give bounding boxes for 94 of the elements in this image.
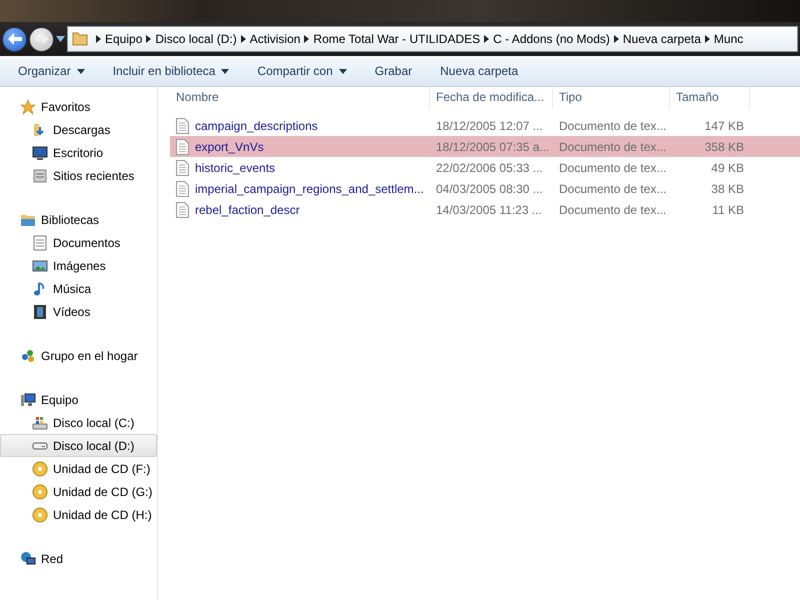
star-icon [20, 98, 36, 114]
nav-item[interactable]: Vídeos [0, 300, 157, 323]
toolbar-button[interactable]: Nueva carpeta [432, 60, 526, 82]
text-file-icon [176, 180, 189, 196]
type-cell-text: Documento de tex... [558, 160, 668, 174]
address-bar[interactable]: Equipo Disco local (D:) Activision Rome Total War - UTILIDADES C - Addons (no Mods) Nueva carpeta Munc [67, 26, 798, 52]
nav-item[interactable]: Equipo [0, 388, 157, 411]
caret-icon [338, 68, 347, 74]
network-icon [20, 550, 36, 566]
file-name: export_VnVs [195, 140, 264, 154]
nav-item[interactable]: Unidad de CD (F:) [0, 457, 157, 480]
text-file-icon [176, 118, 189, 134]
size-cell-text: 49 KB [710, 160, 745, 174]
chevron-icon [146, 35, 152, 43]
column-header[interactable]: Nombre [170, 87, 430, 109]
breadcrumb-item[interactable]: Activision [246, 32, 304, 46]
size-cell-text: 147 KB [704, 118, 745, 132]
file-row[interactable]: rebel_faction_descr 14/03/2005 11:23 ... Documento de tex... 11 KB [170, 199, 800, 220]
forward-button[interactable] [29, 26, 54, 52]
toolbar-button[interactable]: Incluir en biblioteca [104, 60, 238, 82]
nav-item[interactable]: Documentos [0, 231, 157, 254]
nav-item[interactable]: Bibliotecas [0, 208, 157, 231]
file-name: rebel_faction_descr [195, 202, 300, 216]
caret-icon [76, 68, 85, 74]
date-cell-text: 18/12/2005 12:07 ... [435, 118, 544, 132]
type-cell-text: Documento de tex... [558, 118, 668, 132]
nav-item[interactable]: Red [0, 547, 157, 570]
column-header[interactable]: Fecha de modifica... [430, 87, 553, 109]
file-row[interactable]: campaign_descriptions 18/12/2005 12:07 ... Documento de tex... 147 KB [170, 115, 800, 136]
cd-icon [32, 460, 48, 476]
chevron-icon [704, 35, 710, 43]
size-cell-text: 38 KB [710, 182, 745, 196]
file-name: historic_events [195, 160, 276, 174]
type-cell-text: Documento de tex... [558, 182, 668, 196]
file-name: campaign_descriptions [195, 118, 318, 132]
size-cell-text: 358 KB [704, 140, 745, 154]
text-file-icon [176, 202, 189, 218]
nav-item[interactable]: Unidad de CD (G:) [0, 480, 157, 503]
column-header[interactable]: Tamaño [670, 87, 750, 109]
column-header[interactable]: Tipo [553, 87, 670, 109]
toolbar-button[interactable]: Compartir con [249, 60, 355, 82]
nav-item[interactable]: Imágenes [0, 254, 157, 277]
breadcrumb-item[interactable]: Disco local (D:) [151, 32, 241, 46]
file-row[interactable]: imperial_campaign_regions_and_settlem... 04/03/2005 08:30 ... Documento de tex... 38 KB [170, 178, 800, 199]
chevron-icon [240, 35, 246, 43]
file-row[interactable]: export_VnVs 18/12/2005 07:35 a... Documento de tex... 358 KB [170, 136, 800, 157]
chevron-icon [484, 35, 490, 43]
breadcrumb-item[interactable]: Equipo [101, 32, 146, 46]
picture-icon [32, 258, 48, 274]
breadcrumb-item[interactable]: C - Addons (no Mods) [489, 32, 614, 46]
nav-item[interactable]: Grupo en el hogar [0, 344, 157, 367]
cd-icon [32, 506, 48, 522]
monitor-icon [32, 144, 48, 160]
homegroup-icon [20, 348, 36, 364]
breadcrumb-item[interactable]: Nueva carpeta [618, 32, 705, 46]
date-cell-text: 18/12/2005 07:35 a... [435, 140, 550, 154]
breadcrumb-item[interactable]: Munc [710, 32, 748, 46]
nav-item[interactable]: Descargas [0, 118, 157, 141]
chevron-icon [304, 35, 310, 43]
date-cell-text: 04/03/2005 08:30 ... [435, 182, 544, 196]
chevron-icon [614, 35, 619, 43]
date-cell-text: 22/02/2006 05:33 ... [435, 160, 544, 174]
caret-icon [221, 68, 230, 74]
recent-places-icon [32, 168, 48, 184]
nav-item[interactable]: Sitios recientes [0, 164, 157, 187]
left-arrow-icon [8, 33, 22, 45]
drive-icon [32, 442, 48, 450]
toolbar-button[interactable]: Grabar [366, 60, 420, 82]
type-cell-text: Documento de tex... [558, 140, 668, 154]
nav-item[interactable]: Escritorio [0, 141, 157, 164]
film-icon [32, 304, 48, 320]
computer-icon [20, 392, 36, 408]
caret-icon[interactable] [56, 36, 65, 42]
nav-item[interactable]: Unidad de CD (H:) [0, 503, 157, 526]
nav-item[interactable]: Disco local (C:) [0, 411, 157, 434]
type-cell-text: Documento de tex... [558, 202, 668, 216]
file-name: imperial_campaign_regions_and_settlem... [195, 182, 424, 196]
system-drive-icon [32, 414, 48, 430]
nav-item[interactable]: Disco local (D:) [0, 434, 157, 457]
document-icon [32, 234, 48, 250]
folder-icon [72, 32, 88, 46]
chevron-icon [96, 35, 101, 43]
file-row[interactable]: historic_events 22/02/2006 05:33 ... Documento de tex... 49 KB [170, 157, 800, 178]
text-file-icon [176, 138, 189, 154]
nav-item[interactable]: Música [0, 277, 157, 300]
cd-icon [32, 484, 48, 500]
right-arrow-icon [34, 33, 48, 45]
date-cell-text: 14/03/2005 11:23 ... [435, 202, 543, 216]
text-file-icon [176, 160, 189, 176]
size-cell-text: 11 KB [711, 202, 745, 216]
back-button[interactable] [2, 26, 27, 52]
nav-item[interactable]: Favoritos [0, 95, 157, 118]
toolbar-button[interactable]: Organizar [10, 60, 93, 82]
breadcrumb-item[interactable]: Rome Total War - UTILIDADES [309, 32, 484, 46]
